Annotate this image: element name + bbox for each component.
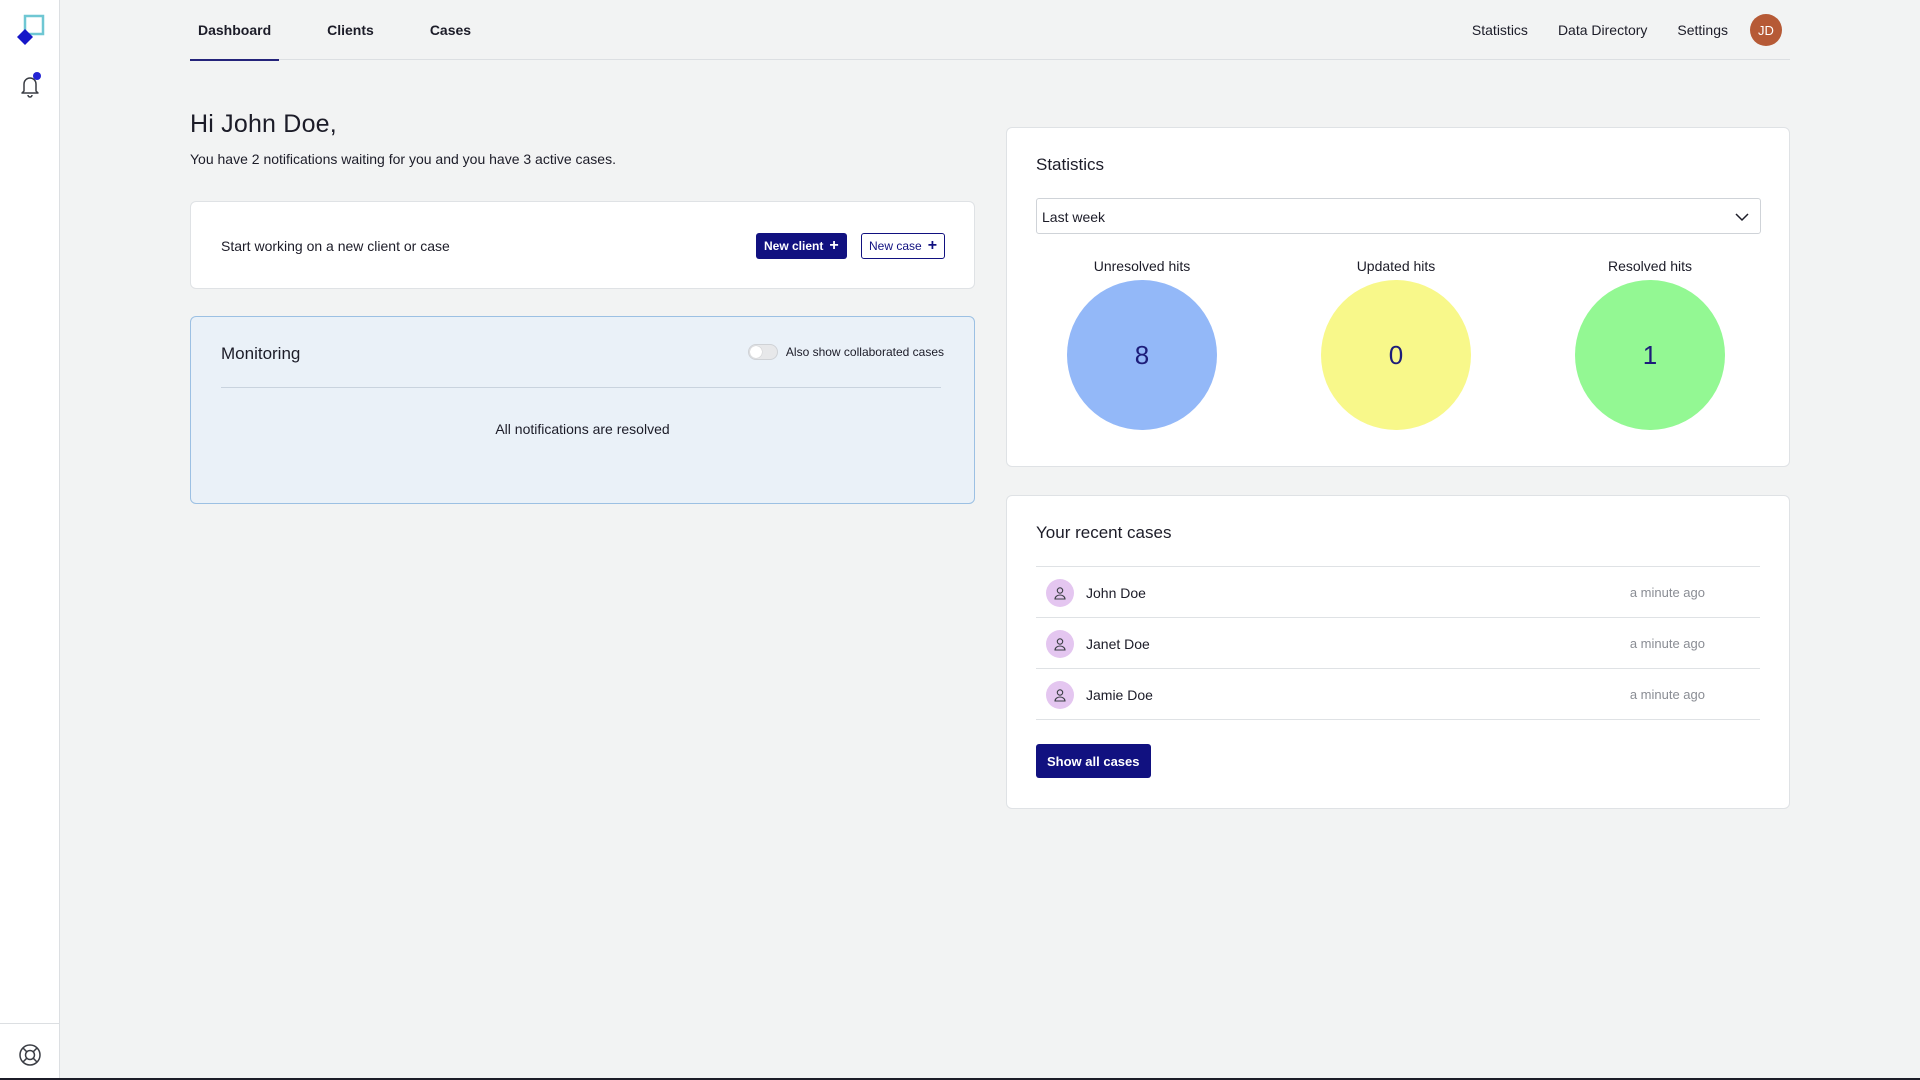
person-icon	[1046, 630, 1074, 658]
case-name: Jamie Doe	[1086, 687, 1153, 703]
new-case-label: New case	[869, 239, 922, 253]
notification-dot	[33, 72, 41, 80]
stat-circle: 0	[1321, 280, 1471, 430]
greeting-title: Hi John Doe,	[190, 110, 337, 138]
stat-updated-hits: Updated hits 0	[1316, 258, 1476, 430]
start-card-text: Start working on a new client or case	[221, 238, 450, 254]
stat-circle: 8	[1067, 280, 1217, 430]
recent-cases-list: John Doe a minute ago Janet Doe a minute…	[1036, 566, 1760, 720]
monitoring-empty-message: All notifications are resolved	[495, 421, 670, 437]
case-time: a minute ago	[1629, 687, 1705, 702]
stat-resolved-hits: Resolved hits 1	[1570, 258, 1730, 430]
stat-label: Updated hits	[1356, 258, 1436, 274]
nav-data-directory-link[interactable]: Data Directory	[1558, 22, 1647, 38]
rail-divider	[0, 1023, 60, 1024]
app-logo-icon[interactable]	[13, 13, 47, 47]
left-rail	[0, 0, 60, 1080]
case-name: John Doe	[1086, 585, 1146, 601]
plus-icon: +	[829, 237, 839, 254]
stat-label: Resolved hits	[1607, 258, 1693, 274]
collaborated-cases-label: Also show collaborated cases	[785, 345, 944, 359]
recent-cases-card: Your recent cases John Doe a minute ago …	[1006, 495, 1790, 809]
list-item[interactable]: Janet Doe a minute ago	[1036, 618, 1760, 669]
monitoring-title: Monitoring	[221, 344, 301, 363]
main-tabs: Dashboard Clients Cases	[190, 0, 519, 61]
case-time: a minute ago	[1629, 636, 1705, 651]
notifications-button[interactable]	[18, 72, 42, 100]
nav-statistics-link[interactable]: Statistics	[1472, 22, 1528, 38]
chevron-down-icon	[1735, 213, 1749, 222]
case-time: a minute ago	[1629, 585, 1705, 600]
plus-icon: +	[927, 237, 938, 254]
tab-dashboard[interactable]: Dashboard	[190, 0, 280, 61]
person-icon	[1046, 681, 1074, 709]
recent-cases-title: Your recent cases	[1036, 523, 1172, 542]
greeting: Hi John Doe, You have 2 notifications wa…	[190, 110, 616, 167]
statistics-title: Statistics	[1036, 155, 1105, 174]
toggle-knob	[749, 346, 762, 358]
list-item[interactable]: Jamie Doe a minute ago	[1036, 669, 1760, 720]
new-client-label: New client	[764, 239, 824, 253]
new-client-button[interactable]: New client +	[756, 233, 847, 259]
top-navigation: Dashboard Clients Cases Statistics Data …	[190, 0, 1790, 61]
nav-settings-link[interactable]: Settings	[1677, 22, 1728, 38]
show-all-cases-button[interactable]: Show all cases	[1036, 744, 1151, 778]
monitoring-divider	[221, 387, 941, 388]
tab-clients[interactable]: Clients	[319, 0, 382, 60]
lifebuoy-icon[interactable]	[17, 1042, 43, 1068]
statistics-card: Statistics Last week Unresolved hits 8 U…	[1006, 127, 1790, 467]
user-avatar[interactable]: JD	[1750, 14, 1782, 46]
period-select-value: Last week	[1042, 209, 1106, 225]
list-item[interactable]: John Doe a minute ago	[1036, 567, 1760, 618]
stat-unresolved-hits: Unresolved hits 8	[1062, 258, 1222, 430]
collaborated-cases-toggle-group: Also show collaborated cases	[747, 344, 944, 360]
case-name: Janet Doe	[1086, 636, 1150, 652]
stat-circle: 1	[1575, 280, 1725, 430]
greeting-subtitle: You have 2 notifications waiting for you…	[190, 151, 616, 167]
tab-cases[interactable]: Cases	[422, 0, 479, 60]
new-case-button[interactable]: New case +	[861, 233, 946, 259]
monitoring-card: Monitoring Also show collaborated cases …	[190, 316, 975, 504]
collaborated-cases-toggle[interactable]	[747, 344, 778, 360]
secondary-navigation: Statistics Data Directory Settings JD	[1442, 0, 1782, 60]
stat-label: Unresolved hits	[1093, 258, 1191, 274]
person-icon	[1046, 579, 1074, 607]
period-select[interactable]: Last week	[1036, 198, 1761, 234]
start-card: Start working on a new client or case Ne…	[190, 201, 975, 289]
